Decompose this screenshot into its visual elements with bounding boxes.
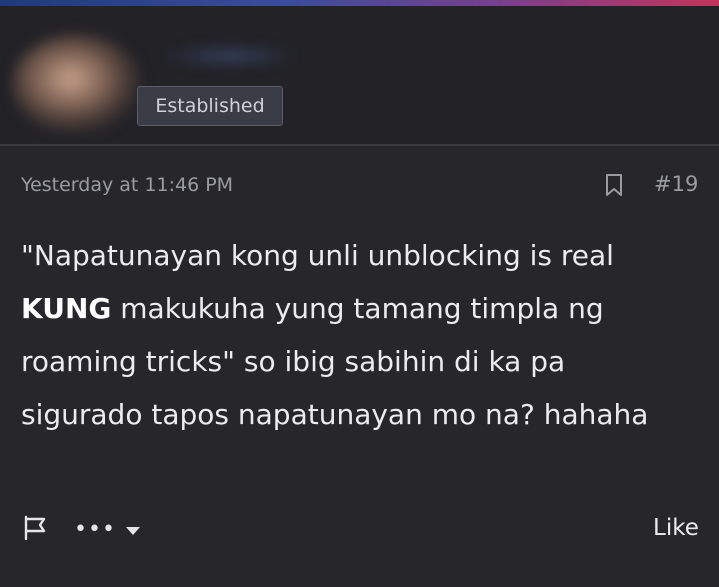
post-number-link[interactable]: #19: [654, 172, 698, 196]
header-divider: [0, 144, 719, 146]
chevron-down-icon: [125, 527, 140, 535]
post-timestamp[interactable]: Yesterday at 11:46 PM: [21, 174, 233, 196]
post-text-part-2: makukuha yung tamang timpla ng roaming t…: [21, 292, 649, 431]
like-button[interactable]: Like: [653, 515, 699, 541]
flag-icon[interactable]: [22, 515, 48, 541]
more-options-icon: •••: [74, 517, 116, 542]
username-blurred[interactable]: [160, 42, 300, 70]
user-title-badge: Established: [137, 86, 283, 126]
post-body: "Napatunayan kong unli unblocking is rea…: [21, 229, 691, 441]
more-options-button[interactable]: •••: [74, 517, 140, 542]
bookmark-icon[interactable]: [604, 173, 624, 197]
post-text-part-1: "Napatunayan kong unli unblocking is rea…: [21, 239, 614, 272]
post-text-bold: KUNG: [21, 292, 112, 325]
post-header: Established: [0, 6, 719, 144]
avatar[interactable]: [12, 34, 142, 134]
